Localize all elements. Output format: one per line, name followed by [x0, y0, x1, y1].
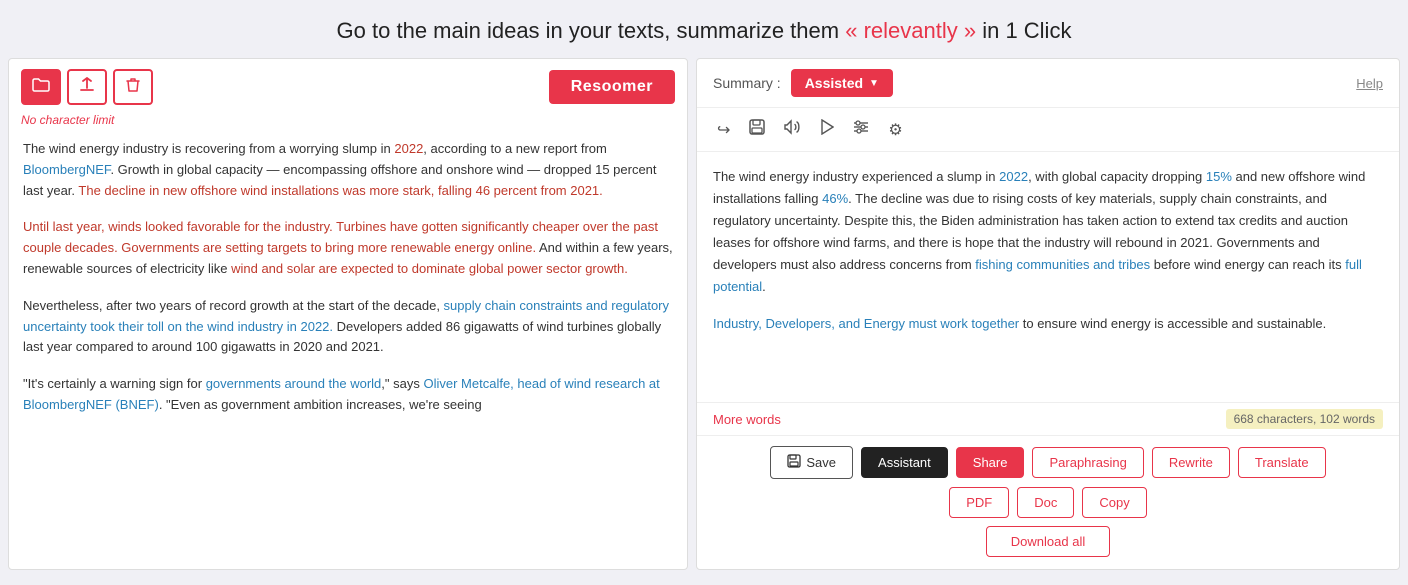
more-words-link[interactable]: More words — [713, 412, 781, 427]
header-highlight: « relevantly » — [845, 18, 976, 43]
volume-icon — [784, 122, 802, 139]
pdf-button[interactable]: PDF — [949, 487, 1009, 518]
download-all-button[interactable]: Download all — [986, 526, 1110, 557]
play-icon — [820, 122, 834, 139]
assistant-button[interactable]: Assistant — [861, 447, 948, 478]
folder-button[interactable] — [21, 69, 61, 105]
more-words-bar: More words 668 characters, 102 words — [697, 402, 1399, 435]
input-paragraph-4: "It's certainly a warning sign for gover… — [23, 374, 673, 416]
header-text-end: in 1 Click — [982, 18, 1071, 43]
share-icon-button[interactable]: ↪ — [713, 118, 734, 142]
download-row: Download all — [713, 526, 1383, 557]
summary-paragraph-1: The wind energy industry experienced a s… — [713, 166, 1383, 299]
chevron-down-icon: ▼ — [869, 78, 879, 89]
char-limit: No character limit — [21, 113, 675, 127]
doc-button[interactable]: Doc — [1017, 487, 1074, 518]
upload-button[interactable] — [67, 69, 107, 105]
trash-icon — [126, 77, 140, 98]
main-container: Resoomer No character limit The wind ene… — [0, 58, 1408, 578]
assisted-label: Assisted — [805, 75, 863, 91]
summary-label: Summary : — [713, 75, 781, 91]
summary-paragraph-2: Industry, Developers, and Energy must wo… — [713, 313, 1383, 335]
save-label: Save — [806, 455, 836, 470]
trash-button[interactable] — [113, 69, 153, 105]
save-disk-icon — [748, 123, 766, 140]
save-button[interactable]: Save — [770, 446, 853, 479]
copy-button[interactable]: Copy — [1082, 487, 1146, 518]
right-toolbar: ↪ ⚙ — [697, 108, 1399, 152]
volume-icon-button[interactable] — [780, 117, 806, 142]
input-paragraph-1: The wind energy industry is recovering f… — [23, 139, 673, 201]
sliders-icon — [852, 121, 870, 138]
input-paragraph-3: Nevertheless, after two years of record … — [23, 296, 673, 358]
rewrite-button[interactable]: Rewrite — [1152, 447, 1230, 478]
upload-icon — [79, 77, 95, 98]
paraphrasing-button[interactable]: Paraphrasing — [1032, 447, 1143, 478]
save-icon-button[interactable] — [744, 116, 770, 143]
input-paragraph-2: Until last year, winds looked favorable … — [23, 217, 673, 279]
left-toolbar: Resoomer — [21, 69, 675, 105]
folder-icon — [32, 78, 50, 97]
action-row-1: Save Assistant Share Paraphrasing Rewrit… — [713, 446, 1383, 479]
left-panel: Resoomer No character limit The wind ene… — [8, 58, 688, 570]
save-floppy-icon — [787, 454, 801, 471]
char-count: 668 characters, 102 words — [1226, 409, 1383, 429]
share-icon: ↪ — [717, 122, 730, 139]
share-button[interactable]: Share — [956, 447, 1025, 478]
help-link[interactable]: Help — [1356, 76, 1383, 91]
header-text-plain: Go to the main ideas in your texts, summ… — [337, 18, 840, 43]
right-header: Summary : Assisted ▼ Help — [697, 59, 1399, 108]
action-row-2: PDF Doc Copy — [713, 487, 1383, 518]
resoomer-button[interactable]: Resoomer — [549, 70, 675, 104]
page-header: Go to the main ideas in your texts, summ… — [0, 0, 1408, 58]
text-area-content: The wind energy industry is recovering f… — [21, 135, 675, 559]
right-header-left: Summary : Assisted ▼ — [713, 69, 893, 97]
translate-button[interactable]: Translate — [1238, 447, 1326, 478]
summary-content: The wind energy industry experienced a s… — [697, 152, 1399, 402]
settings-icon-button[interactable]: ⚙ — [884, 118, 906, 142]
right-panel: Summary : Assisted ▼ Help ↪ — [696, 58, 1400, 570]
left-toolbar-left — [21, 69, 153, 105]
play-icon-button[interactable] — [816, 117, 838, 142]
assisted-dropdown[interactable]: Assisted ▼ — [791, 69, 893, 97]
settings-icon: ⚙ — [888, 122, 902, 139]
sliders-icon-button[interactable] — [848, 118, 874, 141]
action-buttons-area: Save Assistant Share Paraphrasing Rewrit… — [697, 435, 1399, 569]
